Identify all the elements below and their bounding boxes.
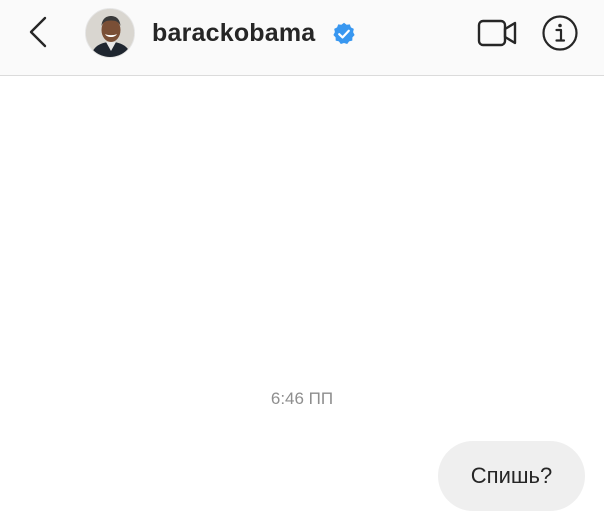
- info-button[interactable]: [540, 14, 580, 52]
- avatar[interactable]: [85, 8, 135, 58]
- back-button[interactable]: [24, 14, 52, 50]
- info-icon: [542, 15, 578, 51]
- verified-badge-icon: [332, 22, 356, 46]
- message-bubble-outgoing[interactable]: Спишь?: [438, 441, 585, 511]
- message-text: Спишь?: [470, 463, 553, 488]
- message-timestamp: 6:46 ПП: [270, 389, 334, 408]
- profile-photo: [86, 9, 134, 57]
- chevron-left-icon: [29, 16, 47, 48]
- video-call-button[interactable]: [476, 15, 518, 51]
- video-camera-icon: [477, 19, 517, 47]
- username[interactable]: barackobama: [152, 18, 315, 48]
- chat-header: barackobama: [0, 0, 604, 76]
